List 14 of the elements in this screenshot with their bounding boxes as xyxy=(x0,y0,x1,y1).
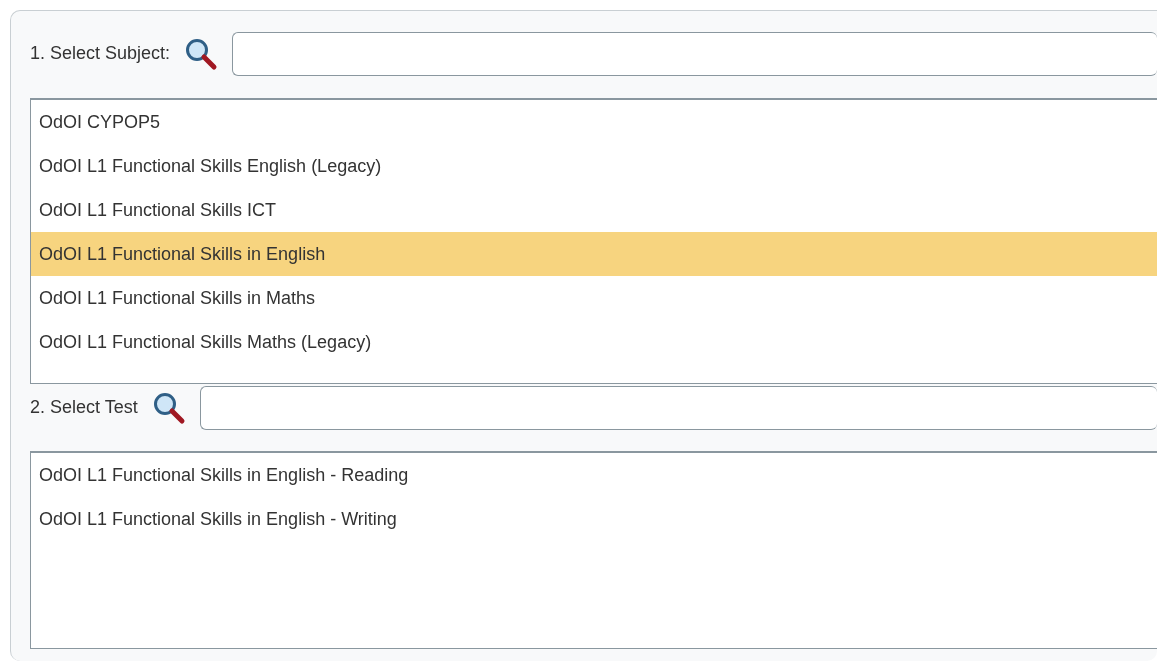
search-icon[interactable] xyxy=(151,390,186,425)
search-field[interactable] xyxy=(232,31,1157,76)
list-item[interactable]: OdOI L1 Functional Skills ICT xyxy=(31,188,1157,232)
search-field[interactable] xyxy=(199,385,1157,430)
list-item[interactable]: OdOI L1 Functional Skills English (Legacy) xyxy=(31,144,1157,188)
list-item[interactable]: OdOI L1 Functional Skills Maths (Legacy) xyxy=(31,320,1157,364)
field-label: 2. Select Test xyxy=(30,396,138,419)
list-item[interactable]: OdOI CYPOP5 xyxy=(31,100,1157,144)
list-item[interactable]: OdOI L1 Functional Skills in Maths xyxy=(31,276,1157,320)
list-item[interactable]: OdOI L1 Functional Skills in English - Reading xyxy=(31,453,1157,497)
search-icon[interactable] xyxy=(184,36,219,71)
field-label: 1. Select Subject: xyxy=(30,42,171,65)
list-item[interactable]: OdOI L1 Functional Skills in English xyxy=(31,232,1157,276)
list-item[interactable]: OdOI L1 Functional Skills in English - Writing xyxy=(31,497,1157,541)
